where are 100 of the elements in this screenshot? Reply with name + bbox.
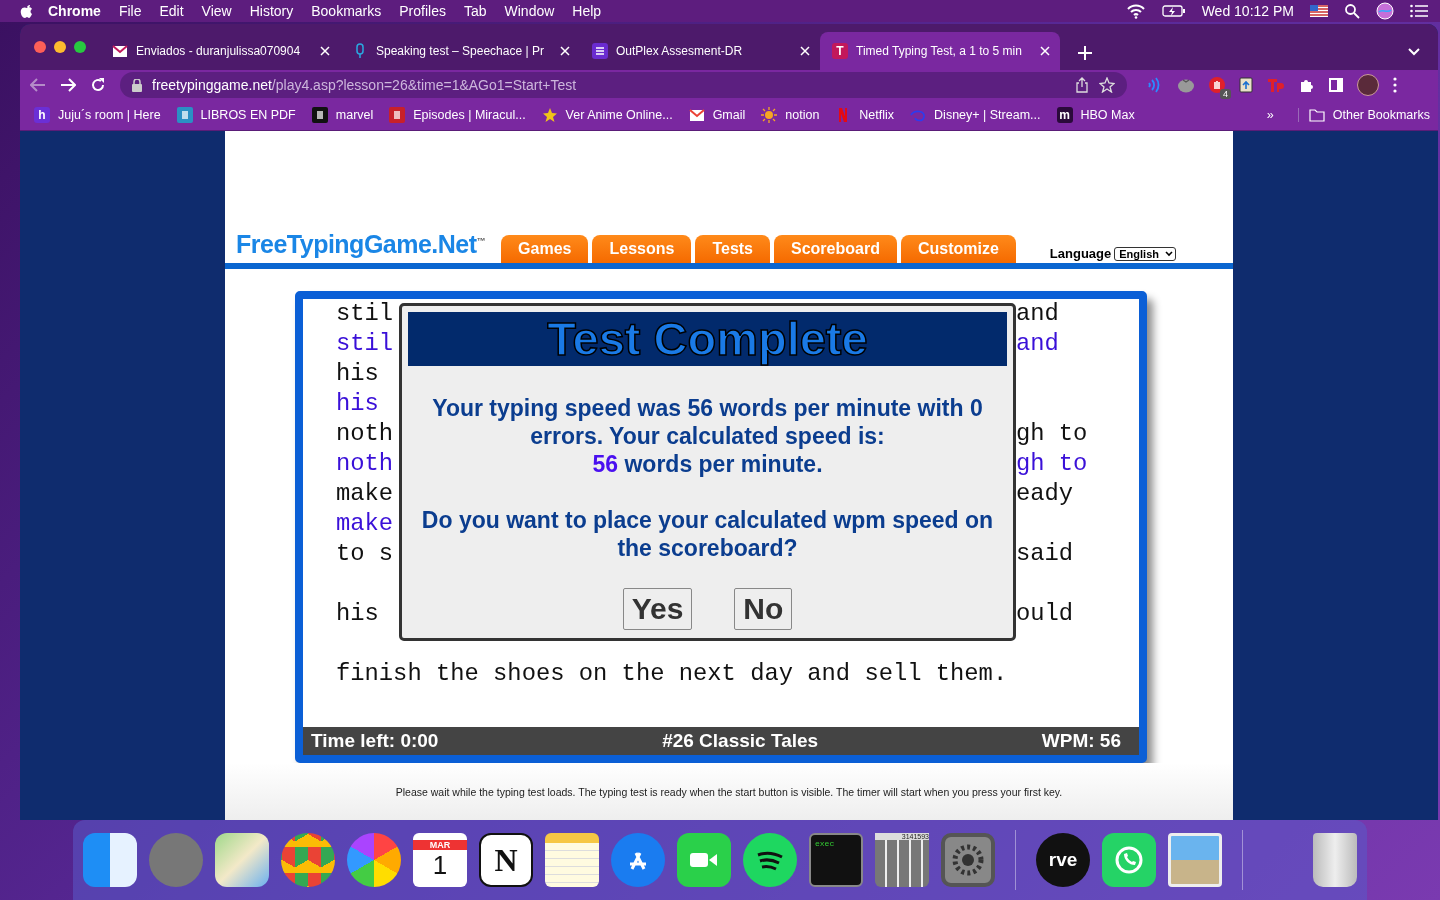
spotify-icon[interactable] (743, 833, 797, 887)
typing-text-line: his (336, 360, 379, 387)
bookmark-link[interactable]: Netflix (859, 108, 895, 122)
zoom-button[interactable] (74, 41, 86, 53)
flag-icon[interactable] (1310, 5, 1328, 17)
lock-icon (132, 78, 142, 92)
star-icon[interactable] (1099, 77, 1115, 93)
time-left: Time left: 0:00 (311, 730, 439, 752)
trash-icon[interactable] (1313, 833, 1357, 887)
menu-item[interactable]: Edit (159, 3, 184, 19)
dialog-button[interactable]: No (734, 588, 793, 630)
address-bar[interactable]: freetypinggame.net/play4.asp?lesson=26&time=1&AGo1=Start+Test (120, 72, 1127, 98)
language-select[interactable]: English (1114, 246, 1176, 261)
bookmark-link[interactable]: notion (785, 108, 820, 122)
dialog-button[interactable]: Yes (622, 588, 693, 630)
browser-tab[interactable]: Enviados - duranjulissa070904 (100, 32, 340, 70)
scoreboard-question: Do you want to place your calculated wpm speed on the scoreboard? (420, 506, 995, 562)
browser-tab[interactable]: OutPlex Assesment-DR (580, 32, 820, 70)
menu-item[interactable]: Bookmarks (311, 3, 382, 19)
result-message: Your typing speed was 56 words per minute with 0 errors. Your calculated speed is: (431, 394, 984, 450)
cog-drawing (950, 842, 986, 878)
back-icon[interactable] (30, 78, 46, 92)
camera-icon (689, 850, 719, 870)
apple-icon (20, 3, 34, 19)
favicon: m (1056, 107, 1073, 123)
typing-text-line: stil (336, 330, 394, 357)
mail-icon (688, 107, 705, 123)
bookmark-link[interactable]: Disney+ | Stream... (934, 108, 1041, 122)
browser-tab[interactable]: Speaking test – Speechace | Pr (340, 32, 580, 70)
calendar-icon[interactable]: MAR 1 (413, 833, 467, 887)
whatsapp-icon[interactable] (1102, 833, 1156, 887)
reload-icon[interactable] (90, 77, 106, 93)
sun-icon (761, 107, 778, 123)
browser-tab[interactable]: T Timed Typing Test, a 1 to 5 min (820, 32, 1060, 70)
avatar[interactable] (1357, 74, 1379, 96)
wpm-reading: WPM: 56 (1041, 730, 1121, 752)
search-icon[interactable] (1344, 3, 1360, 19)
mail-icon (112, 43, 128, 59)
battery-icon[interactable] (1161, 4, 1186, 18)
speed-result: 56 words per minute. (592, 450, 823, 478)
menu-item[interactable]: Profiles (399, 3, 446, 19)
typing-text-line: to s (336, 540, 394, 567)
bookmark-link[interactable]: marvel (335, 108, 374, 122)
bookmark-link[interactable]: LIBROS EN PDF (200, 108, 296, 122)
plus-icon[interactable] (1078, 46, 1092, 60)
typing-text-line: and (1016, 330, 1059, 357)
terminal-icon[interactable]: exec (809, 833, 863, 887)
chevron-down-icon[interactable] (1408, 48, 1420, 56)
sidebar-icon[interactable] (1329, 78, 1343, 92)
favicon (176, 107, 193, 123)
close-icon[interactable] (1040, 46, 1050, 56)
bookmark-link[interactable]: Episodes | Miracul... (413, 108, 526, 122)
more-icon[interactable] (1393, 77, 1397, 93)
wifi-icon[interactable] (1125, 3, 1146, 19)
favicon (311, 107, 328, 123)
list-icon[interactable] (1410, 4, 1428, 18)
menu-clock[interactable]: Wed 10:12 PM (1201, 3, 1294, 19)
typing-text-line: ould (1016, 600, 1074, 627)
close-icon[interactable] (800, 46, 810, 56)
notion-icon[interactable]: N (479, 833, 533, 887)
favicon (389, 107, 406, 123)
sound-waves-icon (755, 849, 785, 871)
typing-text-line: eady (1016, 480, 1074, 507)
chrome-icon[interactable] (281, 833, 335, 887)
orb-icon[interactable] (1376, 2, 1394, 20)
bookmark-link[interactable]: Gmail (712, 108, 746, 122)
bookmark-link[interactable]: Other Bookmarks (1332, 108, 1430, 122)
typing-text-line: finish the shoes on the next day and sell them. (336, 659, 1009, 689)
close-button[interactable] (34, 41, 46, 53)
typing-text-line: gh to (1016, 450, 1088, 477)
more-bookmarks-button[interactable]: » (1266, 108, 1274, 122)
close-icon[interactable] (560, 46, 570, 56)
dialog-title: Test Complete (408, 312, 1007, 366)
gear-icon[interactable] (941, 833, 995, 887)
menu-item[interactable]: Chrome (48, 3, 101, 19)
site-logo[interactable]: FreeTypingGame.Net$^{™}$ (236, 230, 486, 259)
language-label: Language (1049, 246, 1112, 261)
menu-item[interactable]: File (118, 3, 142, 19)
menu-item[interactable]: Help (572, 3, 602, 19)
photos-icon[interactable] (347, 833, 401, 887)
bookmark-link[interactable]: HBO Max (1080, 108, 1135, 122)
bookmark-link[interactable]: Ver Anime Online... (565, 108, 673, 122)
rave-icon[interactable]: rve (1036, 833, 1090, 887)
bookmark-link[interactable]: Juju´s room | Here (58, 108, 161, 122)
forward-icon[interactable] (60, 78, 76, 92)
close-icon[interactable] (320, 46, 330, 56)
menu-item[interactable]: View (201, 3, 232, 19)
book-icon[interactable] (1239, 77, 1253, 93)
facetime-icon[interactable] (677, 833, 731, 887)
share-icon[interactable] (1075, 77, 1089, 93)
lesson-title: #26 Classic Tales (662, 730, 819, 752)
menu-item[interactable]: Tab (463, 3, 487, 19)
typing-text-line: and (1016, 300, 1059, 327)
menu-item[interactable]: Window (504, 3, 555, 19)
minimize-button[interactable] (54, 41, 66, 53)
finder-icon[interactable] (83, 833, 137, 887)
app-store-icon[interactable] (611, 833, 665, 887)
typing-text-line: noth (336, 450, 394, 477)
menu-item[interactable]: History (249, 3, 294, 19)
puzzle-icon[interactable] (1299, 77, 1315, 93)
